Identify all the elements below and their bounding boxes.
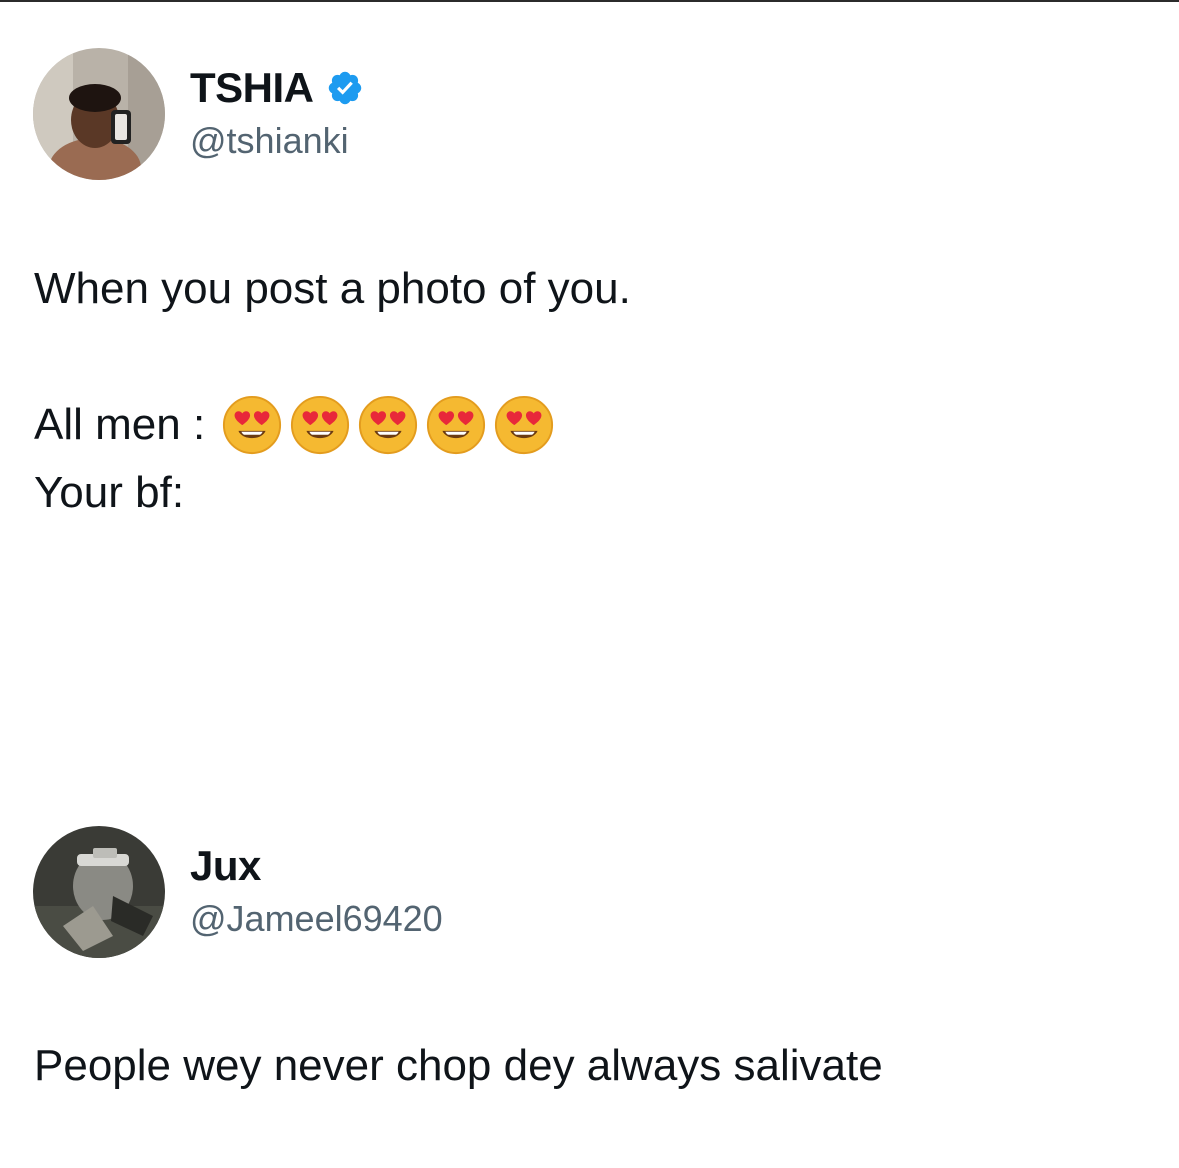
tweet-body: When you post a photo of you. All men : <box>34 255 631 527</box>
emoji-row <box>221 394 555 456</box>
handle[interactable]: @tshianki <box>190 120 349 162</box>
top-divider <box>0 0 1179 2</box>
heart-eyes-emoji-icon <box>223 395 282 455</box>
tweet-line: When you post a photo of you. <box>34 264 631 313</box>
tweet-line: Your bf: <box>34 468 185 517</box>
tweet-line: People wey never chop dey always salivat… <box>34 1041 883 1090</box>
heart-eyes-emoji-icon <box>359 395 418 455</box>
name-row: TSHIA <box>190 64 364 112</box>
display-name[interactable]: TSHIA <box>190 64 314 112</box>
tweet-body: People wey never chop dey always salivat… <box>34 1032 883 1100</box>
avatar-tshia[interactable] <box>33 48 165 180</box>
verified-badge-icon <box>328 71 361 105</box>
display-name[interactable]: Jux <box>190 842 261 890</box>
heart-eyes-emoji-icon <box>495 395 554 455</box>
tweet-line: All men : <box>34 400 206 449</box>
handle[interactable]: @Jameel69420 <box>190 898 443 940</box>
tweet-line-with-emojis: All men : <box>34 391 631 459</box>
heart-eyes-emoji-icon <box>291 395 350 455</box>
heart-eyes-emoji-icon <box>427 395 486 455</box>
avatar-photo <box>33 826 165 958</box>
name-row: Jux <box>190 842 261 890</box>
avatar-photo <box>33 48 165 180</box>
avatar-jux[interactable] <box>33 826 165 958</box>
